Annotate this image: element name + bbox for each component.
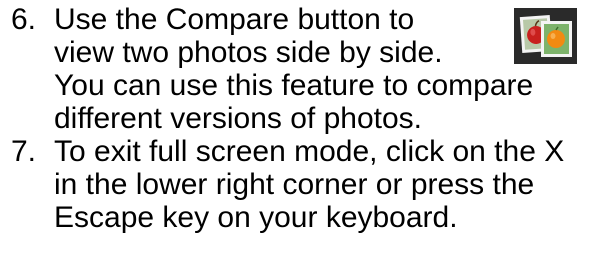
step-text-line: Use the Compare button to [54, 3, 415, 36]
compare-photos-graphic [519, 14, 572, 57]
step-text-line: You can use this feature to compare [54, 69, 534, 102]
compare-photos-icon [514, 8, 577, 64]
step-text-line: To exit full screen mode, click on the X [54, 135, 565, 168]
step-number: 6. [11, 3, 37, 36]
step-text-line: in the lower right corner or press the [54, 168, 535, 201]
step-text-line: Escape key on your keyboard. [54, 201, 458, 234]
instructions-document: 6. Use the Compare button to view two ph… [0, 0, 616, 262]
step-text-line: view two photos side by side. [54, 36, 443, 69]
step-number: 7. [11, 135, 37, 168]
step-text-line: different versions of photos. [54, 102, 422, 135]
orange-icon [547, 30, 565, 48]
